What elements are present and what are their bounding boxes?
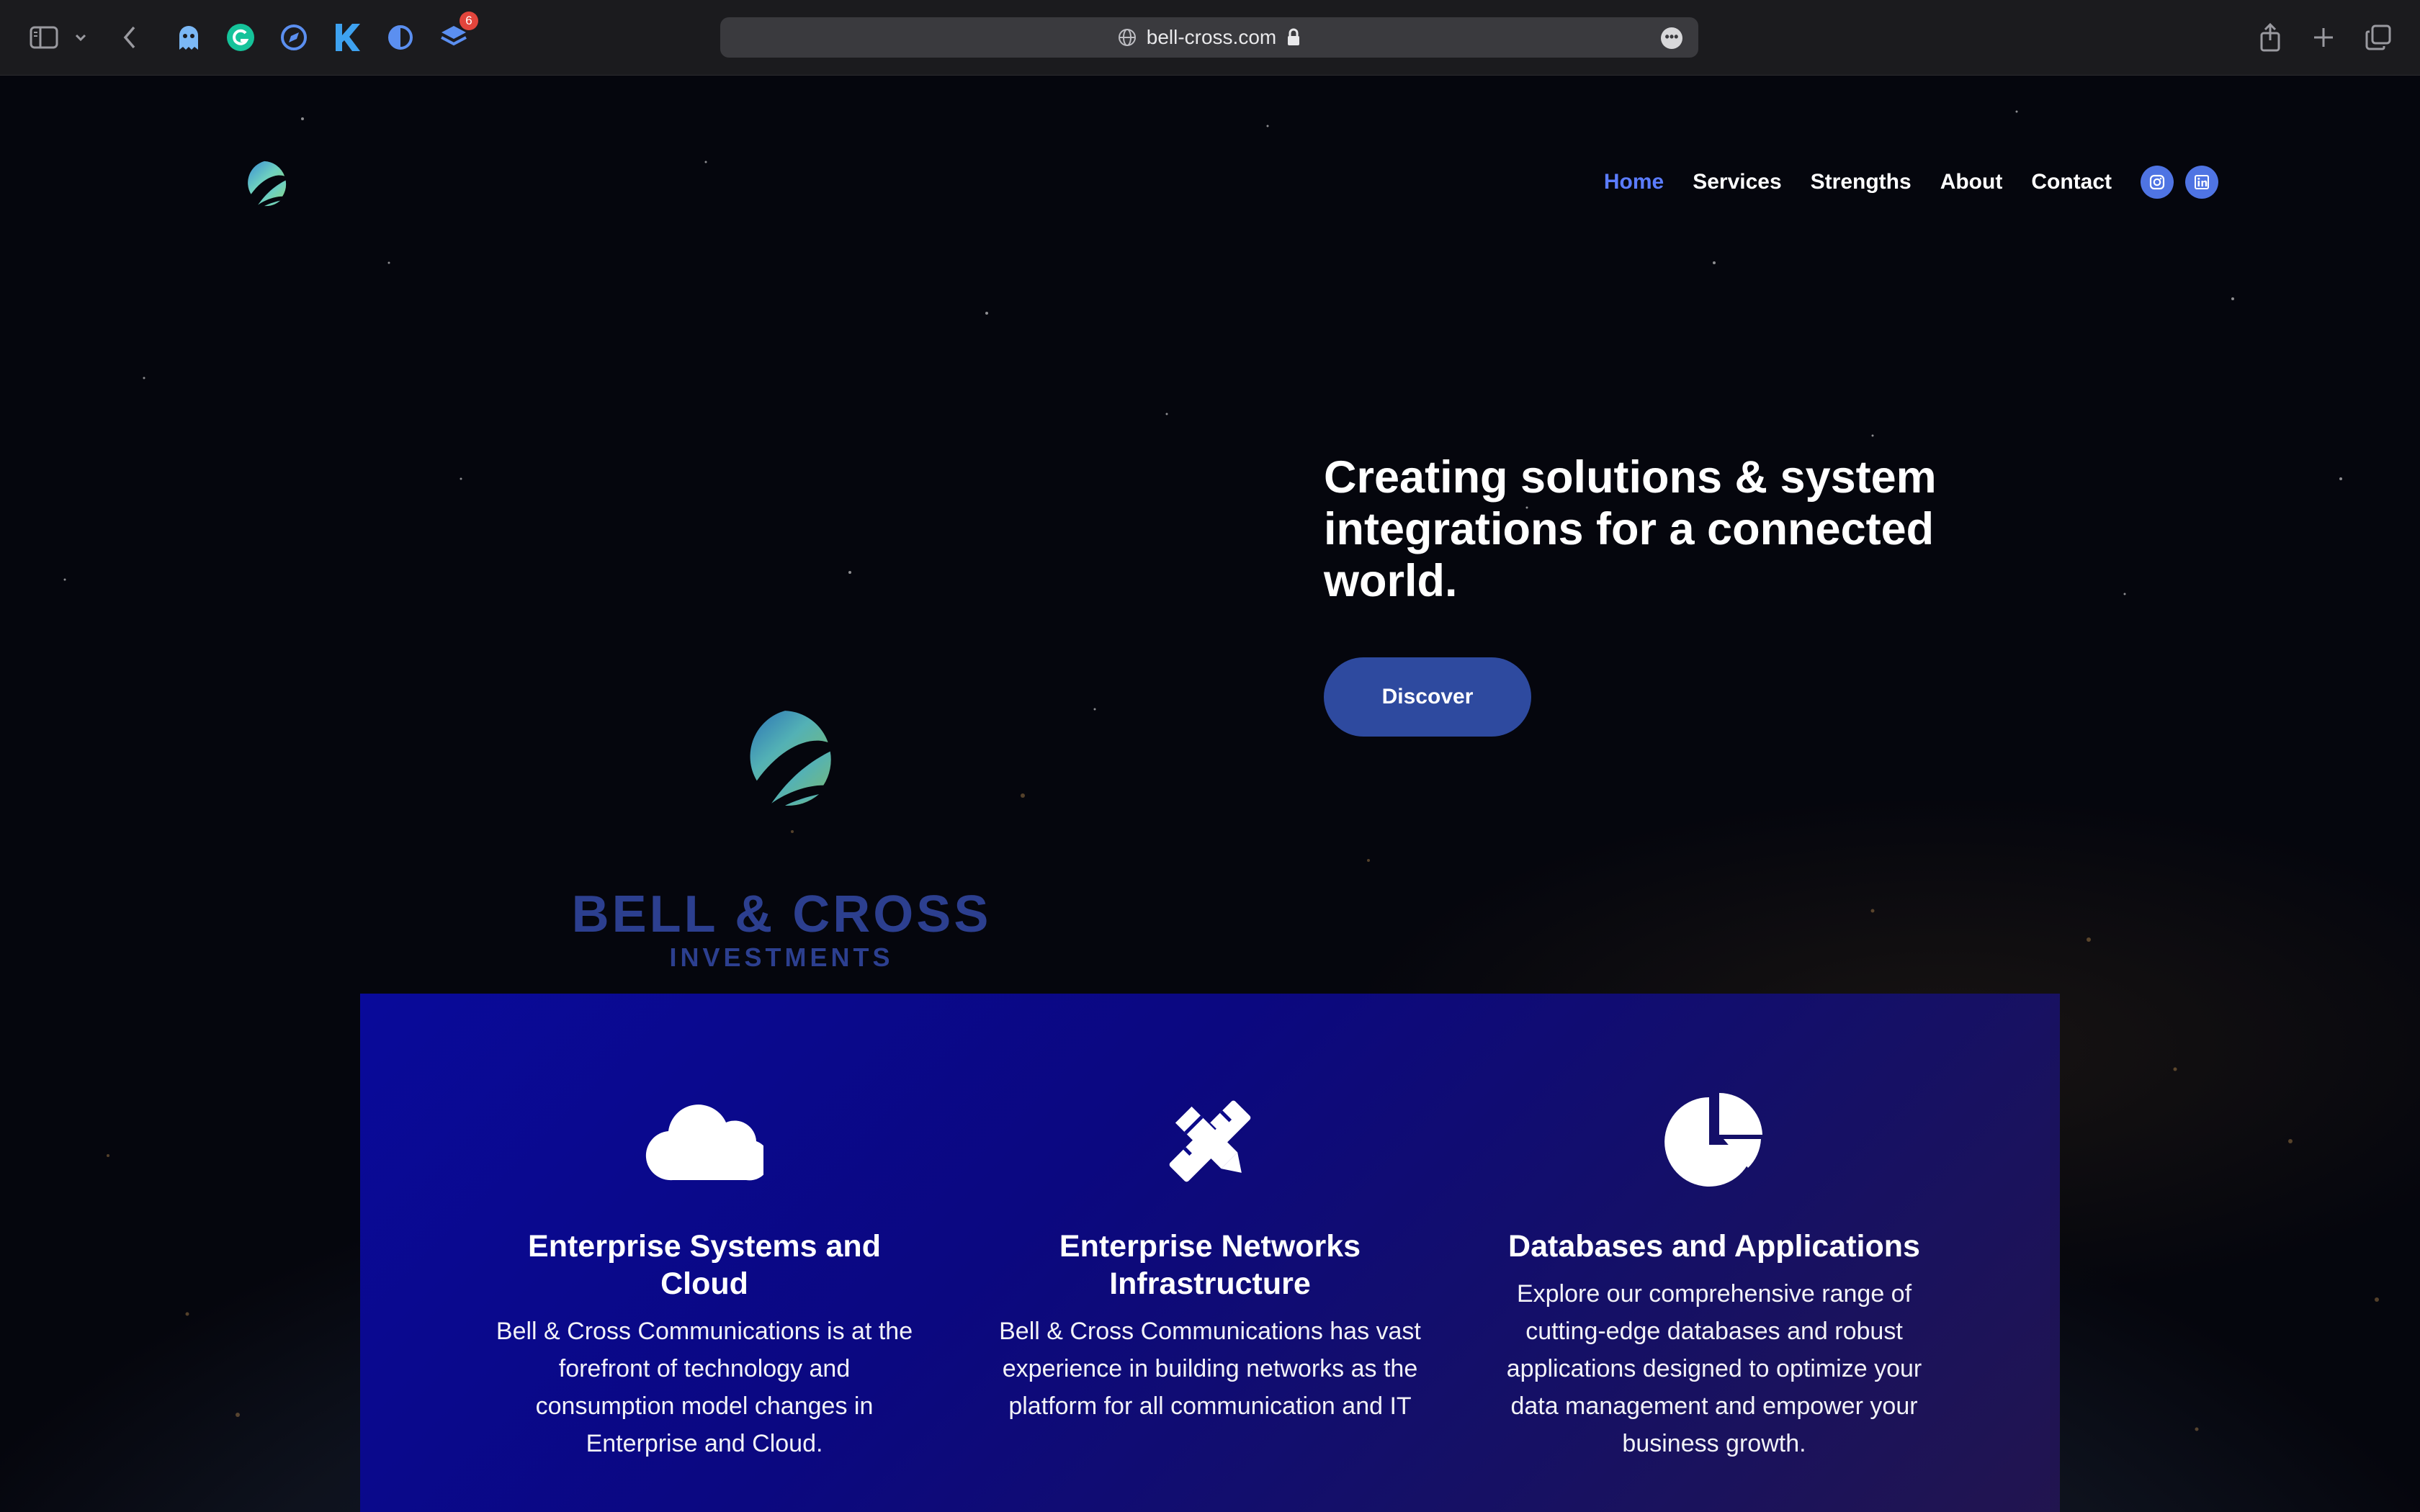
feature-title: Enterprise Networks Infrastructure	[1059, 1229, 1361, 1301]
page-menu-icon[interactable]: •••	[1661, 27, 1682, 49]
extension-badge: 6	[460, 12, 478, 30]
feature-card-cloud: Enterprise Systems and Cloud Bell & Cros…	[488, 1091, 920, 1462]
browser-toolbar: 6 bell-cross.com •••	[0, 0, 2420, 76]
nav-contact[interactable]: Contact	[2031, 170, 2112, 194]
nav-about[interactable]: About	[1940, 170, 2003, 194]
lock-icon	[1288, 28, 1300, 45]
web-page: Home Services Strengths About Contact BE…	[0, 76, 2420, 1512]
discover-button[interactable]: Discover	[1324, 657, 1531, 737]
nav-services[interactable]: Services	[1693, 170, 1781, 194]
hero-headline: Creating solutions & system integrations…	[1324, 452, 1937, 606]
url-text: bell-cross.com	[1146, 26, 1277, 48]
nav-strengths[interactable]: Strengths	[1811, 170, 1912, 194]
site-logo[interactable]	[238, 157, 291, 210]
feature-card-networks: Enterprise Networks Infrastructure Bell …	[994, 1091, 1426, 1425]
chevron-down-icon[interactable]	[71, 19, 91, 56]
dark-mode-extension-icon[interactable]	[385, 19, 416, 56]
feature-card-databases: Databases and Applications Explore our c…	[1498, 1091, 1930, 1462]
k-extension-icon[interactable]	[331, 19, 363, 56]
instagram-icon[interactable]	[2141, 166, 2174, 199]
social-links	[2141, 166, 2218, 199]
nav-home[interactable]: Home	[1604, 170, 1664, 194]
new-tab-icon[interactable]	[2308, 19, 2339, 56]
tab-overview-icon[interactable]	[2362, 19, 2394, 56]
globe-icon	[1118, 29, 1136, 46]
pie-chart-icon	[1664, 1093, 1762, 1187]
features-section: Enterprise Systems and Cloud Bell & Cros…	[360, 994, 2060, 1512]
feature-title: Databases and Applications	[1508, 1229, 1920, 1264]
pencil-ruler-icon	[1169, 1100, 1251, 1182]
cloud-icon	[645, 1104, 763, 1181]
hero-brand-globe-logo	[750, 711, 831, 806]
layers-extension-icon[interactable]: 6	[438, 12, 478, 56]
feature-text: Bell & Cross Communications is at the fo…	[496, 1318, 913, 1457]
main-nav: Home Services Strengths About Contact	[1604, 161, 2218, 204]
grammarly-icon[interactable]	[225, 19, 256, 56]
address-bar[interactable]: bell-cross.com •••	[720, 17, 1698, 58]
feature-text: Bell & Cross Communications has vast exp…	[999, 1318, 1421, 1420]
compass-extension-icon[interactable]	[278, 19, 310, 56]
hero-brand-wordmark: BELL & CROSS INVESTMENTS	[547, 886, 1016, 972]
brand-name: BELL & CROSS	[571, 886, 992, 943]
brand-sub: INVESTMENTS	[669, 942, 894, 972]
feature-text: Explore our comprehensive range of cutti…	[1506, 1280, 1922, 1457]
ghost-extension-icon[interactable]	[173, 19, 205, 56]
linkedin-icon[interactable]	[2185, 166, 2218, 199]
share-icon[interactable]	[2254, 19, 2286, 56]
feature-title: Enterprise Systems and Cloud	[528, 1229, 881, 1301]
back-icon[interactable]	[117, 19, 143, 56]
sidebar-toggle-icon[interactable]	[26, 19, 62, 56]
